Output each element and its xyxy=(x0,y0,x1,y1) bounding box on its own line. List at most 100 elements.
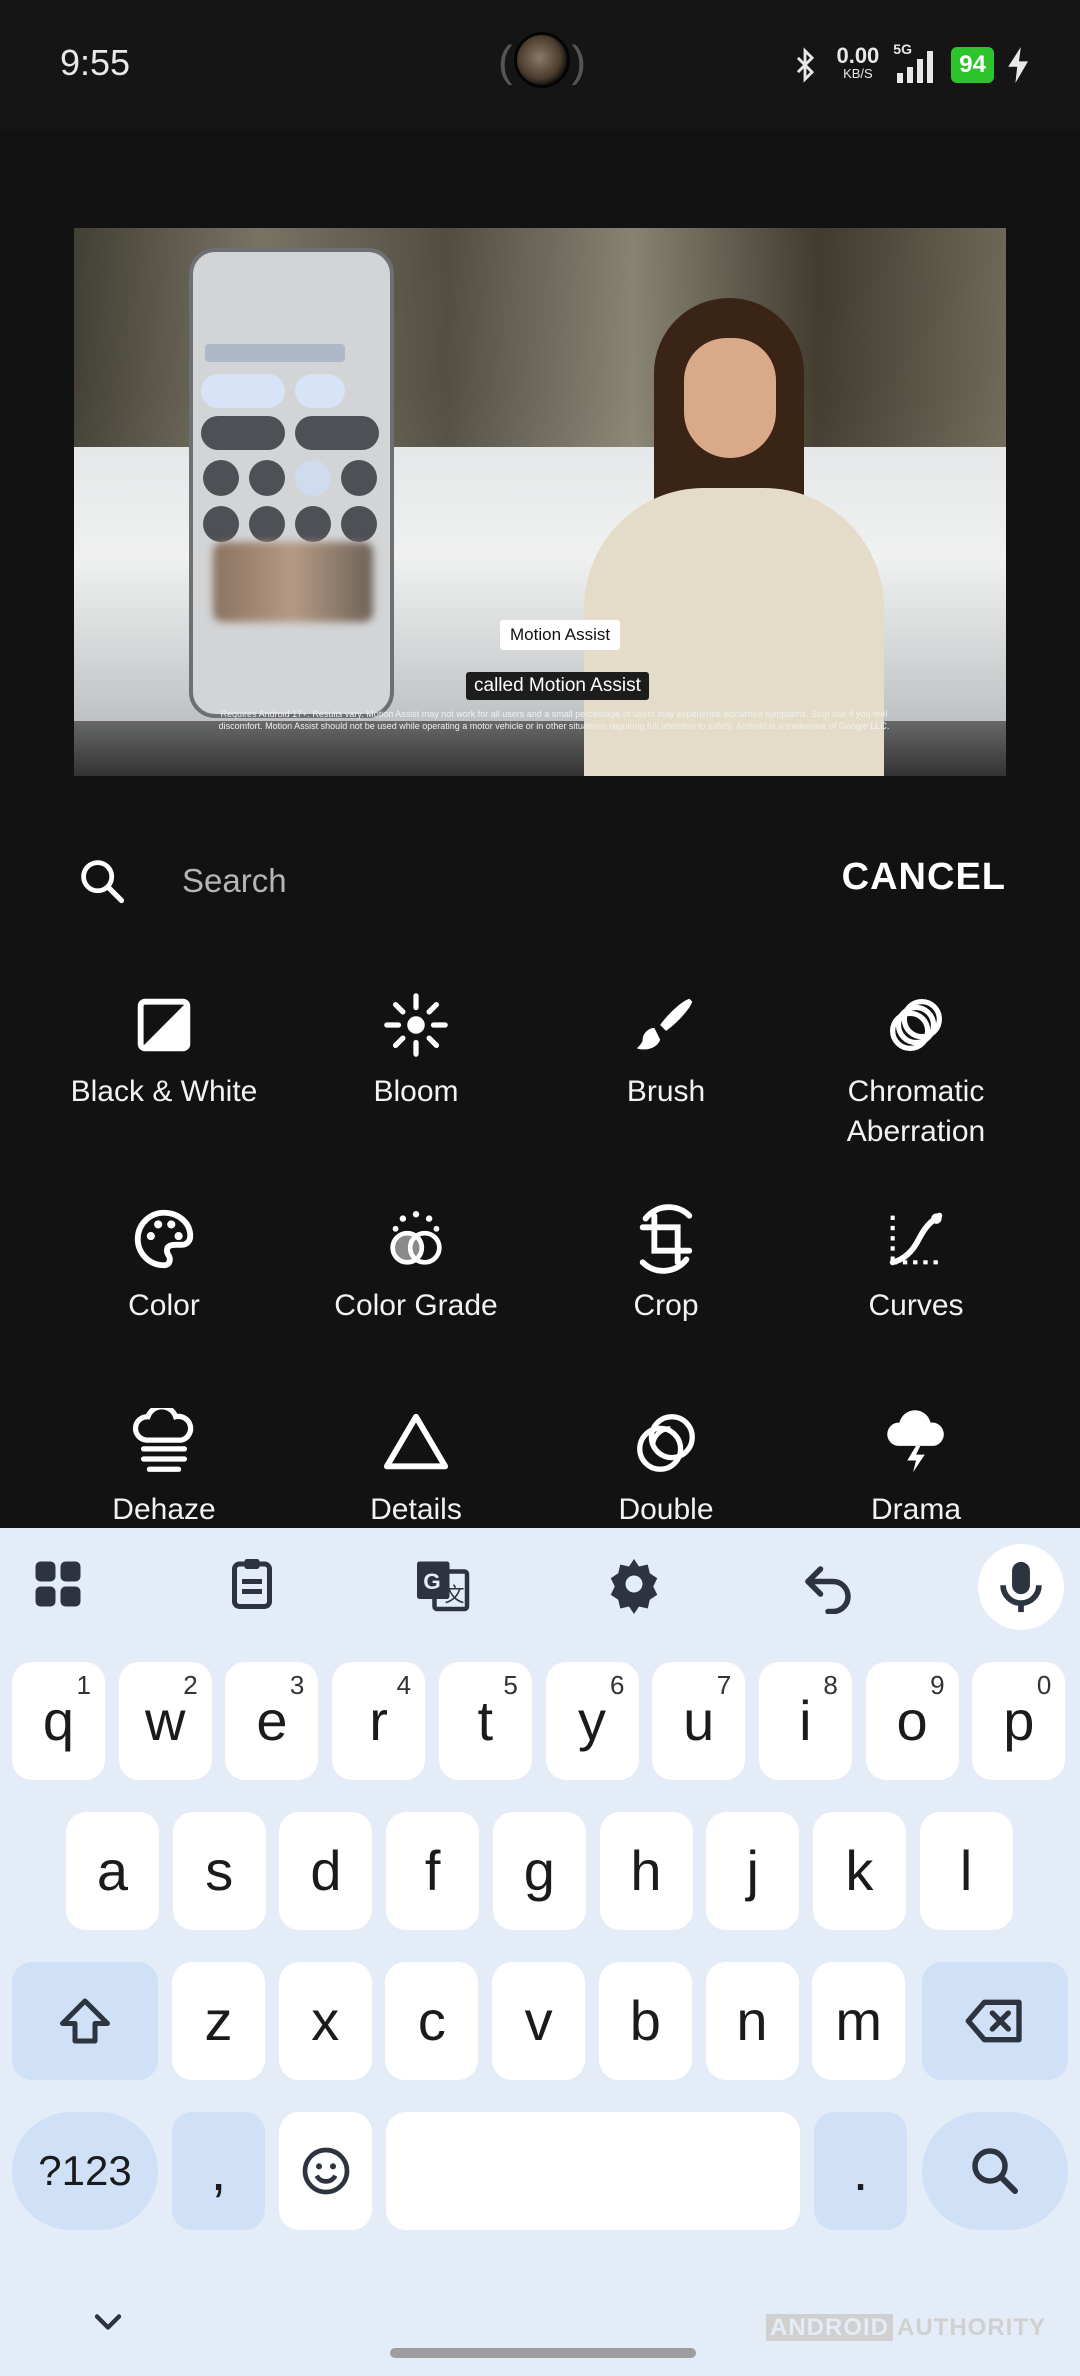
key-c[interactable]: c xyxy=(385,1962,479,2080)
key-s-label: s xyxy=(205,1839,234,1902)
key-u[interactable]: u7 xyxy=(652,1662,746,1780)
chevron-down-icon[interactable] xyxy=(86,2300,130,2344)
net-speed: 0.00 KB/S xyxy=(836,45,879,83)
key-n[interactable]: n xyxy=(705,1962,799,2080)
key-y[interactable]: y6 xyxy=(545,1662,639,1780)
key-n-label: n xyxy=(736,1989,768,2052)
filter-label: Chromatic Aberration xyxy=(846,1075,986,1148)
key-s[interactable]: s xyxy=(172,1812,266,1930)
key-w-label: w xyxy=(144,1689,186,1752)
double-exposure-icon xyxy=(637,1414,695,1472)
filter-label: Black & White xyxy=(70,1075,258,1108)
search-action-key[interactable] xyxy=(922,2112,1068,2230)
filter-dehaze[interactable]: Dehaze xyxy=(38,1408,290,1528)
key-c-label: c xyxy=(417,1989,446,2052)
key-u-label: u xyxy=(683,1689,715,1752)
filter-double-exposure[interactable]: Double xyxy=(540,1408,792,1528)
key-b-label: b xyxy=(629,1989,661,2052)
key-r[interactable]: r4 xyxy=(332,1662,426,1780)
key-b[interactable]: b xyxy=(598,1962,692,2080)
color-grade-icon xyxy=(390,1211,442,1265)
key-p-hint: 0 xyxy=(1036,1670,1052,1700)
key-t-hint: 5 xyxy=(503,1670,518,1700)
key-r-label: r xyxy=(369,1689,388,1752)
dehaze-icon xyxy=(132,1408,194,1472)
key-u-hint: 7 xyxy=(716,1670,732,1700)
backspace-key[interactable] xyxy=(922,1962,1068,2080)
key-m[interactable]: m xyxy=(812,1962,906,2080)
cancel-button[interactable]: CANCEL xyxy=(842,856,1006,899)
key-z[interactable]: z xyxy=(172,1962,265,2080)
key-v[interactable]: v xyxy=(492,1962,586,2080)
key-rows: q 1 w 2 e 3 r 4 t 5 y 6 u 7 i 8 o 9 p 0 a s d f g h j k l z x c v b n m ?123… xyxy=(0,1528,1080,2376)
drama-icon xyxy=(887,1410,944,1473)
key-k-label: k xyxy=(845,1839,874,1902)
period-key[interactable]: . xyxy=(814,2112,907,2230)
key-h[interactable]: h xyxy=(599,1812,693,1930)
gesture-nav-handle[interactable] xyxy=(390,2348,696,2358)
filter-brush[interactable]: Brush xyxy=(540,990,792,1112)
key-w-hint: 2 xyxy=(183,1670,198,1700)
filter-label: Bloom xyxy=(373,1075,459,1108)
filter-drama[interactable]: Drama xyxy=(790,1408,1042,1528)
key-e[interactable]: e3 xyxy=(225,1662,319,1780)
camera-bracket-right: ) xyxy=(571,37,586,86)
period-key-label: . xyxy=(852,2139,869,2202)
preview-phone-mockup xyxy=(189,248,394,718)
key-q-hint: 1 xyxy=(76,1670,91,1700)
filter-details[interactable]: Details xyxy=(290,1408,542,1528)
comma-key[interactable]: , xyxy=(172,2112,265,2230)
key-g[interactable]: g xyxy=(492,1812,586,1930)
key-a-label: a xyxy=(96,1839,129,1902)
key-f[interactable]: f xyxy=(386,1812,480,1930)
key-v-label: v xyxy=(524,1989,553,2052)
key-l-label: l xyxy=(959,1839,973,1902)
emoji-key[interactable] xyxy=(279,2112,372,2230)
key-p[interactable]: p0 xyxy=(972,1662,1066,1780)
key-j-label: j xyxy=(746,1839,759,1902)
filter-grid: Black & White Bloom Brush Chromatic Aberrat… xyxy=(0,990,1080,1528)
search-icon xyxy=(81,860,125,904)
key-k[interactable]: k xyxy=(812,1812,906,1930)
symbols-key[interactable]: ?123 xyxy=(12,2112,158,2230)
key-r-hint: 4 xyxy=(396,1670,412,1700)
key-o[interactable]: o9 xyxy=(865,1662,959,1780)
watermark-brand: ANDROID xyxy=(766,2314,893,2341)
key-l[interactable]: l xyxy=(919,1812,1013,1930)
filter-label: Details xyxy=(370,1493,462,1526)
soft-keyboard: G 文 q1w2e3r4t5y6u7i8o9p0asdfghjklzxcvbnm… xyxy=(0,1528,1080,2376)
key-x[interactable]: x xyxy=(278,1962,372,2080)
filter-black-white[interactable]: Black & White xyxy=(38,990,290,1112)
key-h-label: h xyxy=(630,1839,662,1902)
symbols-key-label: ?123 xyxy=(38,2147,132,2194)
filter-label: Double xyxy=(618,1493,714,1526)
filter-label: Brush xyxy=(626,1075,706,1108)
filter-palette[interactable]: Color xyxy=(38,1204,290,1326)
key-i[interactable]: i8 xyxy=(758,1662,852,1780)
key-d[interactable]: d xyxy=(279,1812,373,1930)
key-j[interactable]: j xyxy=(706,1812,800,1930)
search-input[interactable] xyxy=(182,856,742,906)
filter-bloom[interactable]: Bloom xyxy=(290,990,542,1112)
shift-key[interactable] xyxy=(12,1962,158,2080)
filter-curves[interactable]: Curves xyxy=(790,1204,1042,1326)
key-a[interactable]: a xyxy=(66,1812,159,1930)
space-key[interactable] xyxy=(386,2112,800,2230)
key-q[interactable]: q1 xyxy=(12,1662,105,1780)
filter-crop[interactable]: Crop xyxy=(540,1204,792,1326)
preview-caption-subtitle: called Motion Assist xyxy=(466,672,649,700)
key-t[interactable]: t5 xyxy=(438,1662,532,1780)
filter-label: Drama xyxy=(870,1493,961,1526)
filter-chromatic-aberration[interactable]: Chromatic Aberration xyxy=(790,990,1042,1152)
filter-color-grade[interactable]: Color Grade xyxy=(290,1204,542,1326)
chromatic-aberration-icon xyxy=(890,999,942,1051)
key-e-hint: 3 xyxy=(289,1670,305,1700)
photo-preview[interactable]: Motion Assist called Motion Assist Requi… xyxy=(74,228,1006,776)
key-x-label: x xyxy=(311,1989,340,2052)
key-w[interactable]: w2 xyxy=(118,1662,212,1780)
preview-person xyxy=(584,298,884,776)
key-f-label: f xyxy=(424,1839,441,1902)
comma-key-label: , xyxy=(210,2139,227,2202)
backspace-icon xyxy=(965,1999,1022,2043)
status-icons: 0.00 KB/S 5G 94 xyxy=(788,40,1030,90)
